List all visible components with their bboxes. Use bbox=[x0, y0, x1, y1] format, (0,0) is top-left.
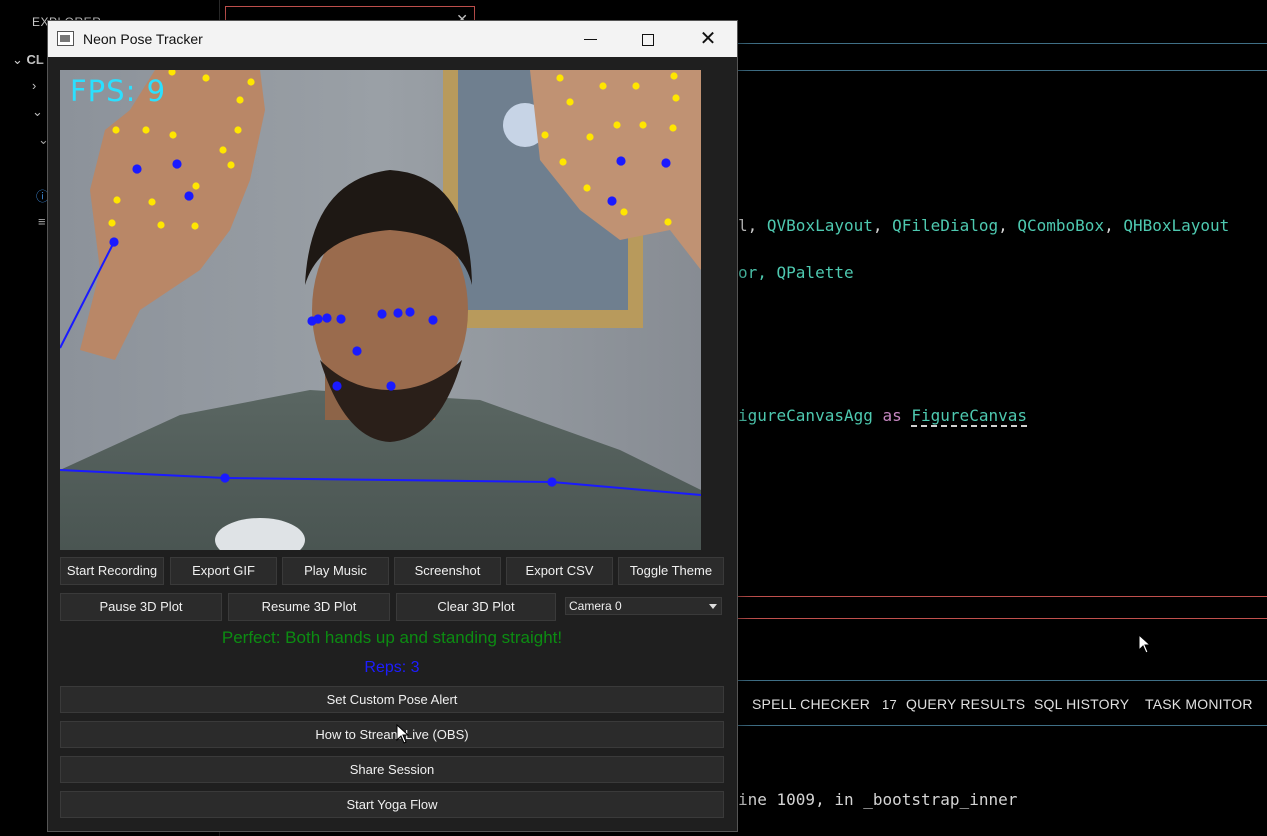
pose-landmark-dot bbox=[607, 196, 617, 206]
hand-landmark-dot bbox=[108, 219, 116, 227]
hand-landmark-dot bbox=[191, 222, 199, 230]
clear-3d-plot-button[interactable]: Clear 3D Plot bbox=[396, 593, 556, 621]
pose-landmark-dot bbox=[336, 314, 346, 324]
hand-landmark-dot bbox=[669, 124, 677, 132]
reps-counter: Reps: 3 bbox=[364, 659, 420, 676]
pose-landmark-dot bbox=[109, 237, 119, 247]
hand-landmark-dot bbox=[112, 126, 120, 134]
hand-landmark-dot bbox=[583, 184, 591, 192]
hand-landmark-dot bbox=[639, 121, 647, 129]
pose-landmark-dot bbox=[405, 307, 415, 317]
code-line: l, QVBoxLayout, QFileDialog, QComboBox, … bbox=[738, 216, 1230, 235]
pose-landmark-dot bbox=[322, 313, 332, 323]
pose-landmark-dot bbox=[661, 158, 671, 168]
title-bar[interactable]: Neon Pose Tracker ✕ bbox=[48, 21, 737, 57]
close-icon: ✕ bbox=[699, 28, 717, 50]
pose-landmark-dot bbox=[332, 381, 342, 391]
hand-landmark-dot bbox=[234, 126, 242, 134]
sidebar-section[interactable]: ⌄ CL bbox=[12, 52, 44, 68]
tab-task-monitor[interactable]: TASK MONITOR bbox=[1145, 696, 1253, 712]
minimize-icon bbox=[583, 38, 597, 41]
hand-landmark-dot bbox=[670, 72, 678, 80]
screenshot-button[interactable]: Screenshot bbox=[394, 557, 501, 585]
minimize-button[interactable] bbox=[561, 21, 619, 57]
pose-landmark-dot bbox=[352, 346, 362, 356]
pose-landmark-dot bbox=[172, 159, 182, 169]
chevron-down-icon: ⌄ bbox=[12, 52, 23, 67]
chevron-right-icon[interactable]: › bbox=[32, 78, 36, 93]
start-recording-button[interactable]: Start Recording bbox=[60, 557, 164, 585]
toggle-theme-button[interactable]: Toggle Theme bbox=[618, 557, 724, 585]
hand-landmark-dot bbox=[664, 218, 672, 226]
tab-spell-checker[interactable]: SPELL CHECKER 17 bbox=[752, 696, 897, 712]
pose-landmark-dot bbox=[220, 473, 230, 483]
camera-select[interactable]: Camera 0 bbox=[565, 597, 722, 615]
app-window: Neon Pose Tracker ✕ FPS: 9 Start Recordi… bbox=[47, 20, 738, 832]
hand-landmark-dot bbox=[247, 78, 255, 86]
pose-landmark-dot bbox=[313, 314, 323, 324]
list-icon: ≡ bbox=[38, 214, 46, 229]
share-session-button[interactable]: Share Session bbox=[60, 756, 724, 783]
app-icon bbox=[57, 31, 74, 46]
hand-landmark-dot bbox=[157, 221, 165, 229]
resume-3d-plot-button[interactable]: Resume 3D Plot bbox=[228, 593, 390, 621]
pose-feedback-text: Perfect: Both hands up and standing stra… bbox=[221, 628, 563, 647]
export-csv-button[interactable]: Export CSV bbox=[506, 557, 613, 585]
fps-counter: FPS: 9 bbox=[70, 74, 167, 108]
hand-landmark-dot bbox=[148, 198, 156, 206]
terminal-line: ine 1009, in _bootstrap_inner bbox=[738, 790, 1018, 809]
hand-landmark-dot bbox=[192, 182, 200, 190]
hand-landmark-dot bbox=[672, 94, 680, 102]
pose-landmark-dot bbox=[132, 164, 142, 174]
hand-landmark-dot bbox=[142, 126, 150, 134]
camera-select-value: Camera 0 bbox=[569, 599, 622, 613]
hand-landmark-dot bbox=[620, 208, 628, 216]
pose-landmark-dot bbox=[393, 308, 403, 318]
hand-landmark-dot bbox=[566, 98, 574, 106]
hand-landmark-dot bbox=[113, 196, 121, 204]
hand-landmark-dot bbox=[541, 131, 549, 139]
close-button[interactable]: ✕ bbox=[679, 21, 737, 57]
tab-sql-history[interactable]: SQL HISTORY bbox=[1034, 696, 1129, 712]
set-custom-pose-alert-button[interactable]: Set Custom Pose Alert bbox=[60, 686, 724, 713]
start-yoga-flow-button[interactable]: Start Yoga Flow bbox=[60, 791, 724, 818]
pose-landmark-dot bbox=[428, 315, 438, 325]
pose-landmark-dot bbox=[547, 477, 557, 487]
hand-landmark-dot bbox=[556, 74, 564, 82]
pose-landmark-dot bbox=[616, 156, 626, 166]
hand-landmark-dot bbox=[169, 131, 177, 139]
camera-frame bbox=[60, 70, 701, 550]
chevron-down-icon bbox=[709, 604, 717, 609]
tab-query-results[interactable]: QUERY RESULTS bbox=[906, 696, 1025, 712]
maximize-button[interactable] bbox=[619, 21, 677, 57]
pose-landmark-dot bbox=[386, 381, 396, 391]
hand-landmark-dot bbox=[559, 158, 567, 166]
mouse-cursor-icon bbox=[396, 724, 410, 744]
hand-landmark-dot bbox=[586, 133, 594, 141]
code-line: igureCanvasAgg as FigureCanvas bbox=[738, 406, 1027, 427]
hand-landmark-dot bbox=[202, 74, 210, 82]
chevron-down-icon[interactable]: ⌄ bbox=[32, 104, 43, 120]
hand-landmark-dot bbox=[632, 82, 640, 90]
pose-landmark-dot bbox=[184, 191, 194, 201]
camera-feed: FPS: 9 bbox=[60, 70, 701, 550]
hand-landmark-dot bbox=[599, 82, 607, 90]
window-title: Neon Pose Tracker bbox=[83, 31, 203, 47]
hand-landmark-dot bbox=[236, 96, 244, 104]
maximize-icon bbox=[642, 33, 654, 46]
pause-3d-plot-button[interactable]: Pause 3D Plot bbox=[60, 593, 222, 621]
hand-landmark-dot bbox=[219, 146, 227, 154]
tab-count-badge: 17 bbox=[882, 697, 897, 712]
hand-landmark-dot bbox=[613, 121, 621, 129]
code-line: or, QPalette bbox=[738, 263, 854, 282]
sidebar-section-label: CL bbox=[26, 52, 44, 67]
mouse-cursor-icon bbox=[1138, 634, 1152, 654]
stream-live-obs-button[interactable]: How to Stream Live (OBS) bbox=[60, 721, 724, 748]
export-gif-button[interactable]: Export GIF bbox=[170, 557, 277, 585]
pose-landmark-dot bbox=[377, 309, 387, 319]
hand-landmark-dot bbox=[227, 161, 235, 169]
play-music-button[interactable]: Play Music bbox=[282, 557, 389, 585]
